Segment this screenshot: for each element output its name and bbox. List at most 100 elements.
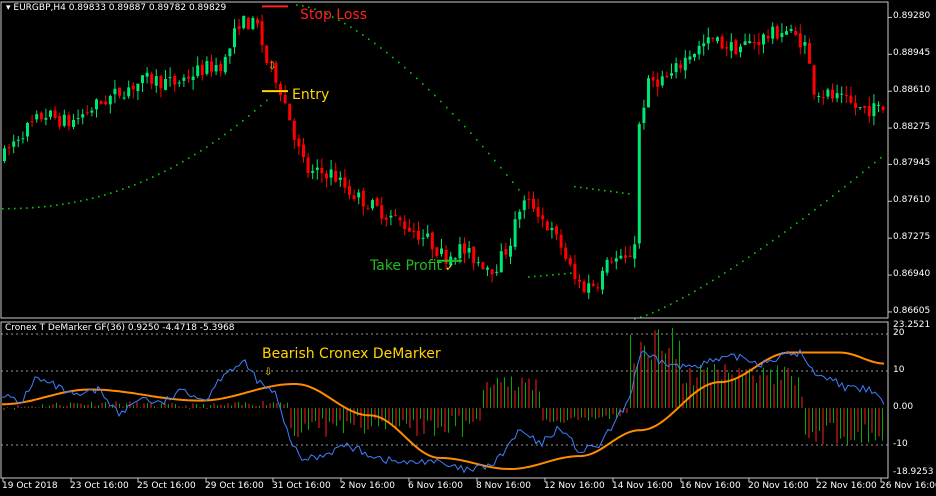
candle-body xyxy=(729,42,733,51)
candle-body xyxy=(711,37,715,40)
trail-dot xyxy=(386,51,388,54)
candle xyxy=(826,87,830,100)
candle xyxy=(99,99,103,105)
candle-body xyxy=(430,232,434,250)
trail-dot xyxy=(254,110,256,112)
trail-dot xyxy=(778,235,780,238)
candle xyxy=(679,60,683,73)
candle xyxy=(564,242,568,262)
candle-body xyxy=(752,42,756,44)
candle-body xyxy=(476,262,480,264)
candle xyxy=(407,218,411,233)
candle-body xyxy=(844,94,848,96)
candle xyxy=(762,32,765,54)
candle xyxy=(16,136,20,148)
trail-dot xyxy=(260,104,262,107)
trail-dot xyxy=(598,189,600,191)
trail-dot xyxy=(164,170,166,173)
candle-body xyxy=(656,79,660,87)
candle xyxy=(729,33,733,59)
candle-body xyxy=(150,73,154,84)
candle-body xyxy=(573,264,577,279)
bearish-signal-arrow-icon: ⇩ xyxy=(264,367,273,378)
candle xyxy=(614,250,618,270)
candle-body xyxy=(490,269,494,275)
trail-dot xyxy=(790,226,792,229)
trail-dot xyxy=(74,201,76,204)
candle-body xyxy=(334,170,338,182)
candle xyxy=(711,37,715,42)
candle-body xyxy=(785,31,788,35)
candle-body xyxy=(196,65,200,76)
candle xyxy=(154,69,158,93)
candle-body xyxy=(798,33,802,48)
trail-dot xyxy=(440,100,442,103)
candle xyxy=(398,215,402,227)
demarker-histogram xyxy=(3,328,883,445)
trail-dot xyxy=(802,218,804,220)
candle xyxy=(775,24,779,41)
candle-body xyxy=(872,103,876,117)
candle xyxy=(334,162,338,183)
candle-body xyxy=(775,26,779,39)
candle xyxy=(720,33,724,50)
indicator-panel-border xyxy=(0,321,889,479)
candle xyxy=(499,243,503,273)
candle xyxy=(844,85,848,103)
trail-dot xyxy=(404,66,406,69)
candle-body xyxy=(357,192,361,198)
candle-body xyxy=(757,42,761,45)
candle-body xyxy=(504,249,508,255)
trail-dot xyxy=(182,160,184,163)
price-tick-label: 0.88610 xyxy=(893,85,931,96)
trail-dot xyxy=(44,205,46,208)
candle-body xyxy=(486,267,489,270)
candle-body xyxy=(39,112,43,120)
candle xyxy=(26,121,29,142)
trail-dot xyxy=(248,115,250,117)
candle xyxy=(237,18,241,36)
trail-dot xyxy=(718,275,720,278)
trail-dot xyxy=(610,190,612,193)
trail-dot xyxy=(476,139,478,141)
trail-dot xyxy=(760,248,762,250)
candle xyxy=(628,245,632,258)
candle-body xyxy=(104,101,108,105)
candle-body xyxy=(233,28,236,48)
candle xyxy=(338,171,342,187)
candle xyxy=(757,32,761,55)
candle-body xyxy=(338,177,342,180)
candle-body xyxy=(831,89,834,99)
candle-body xyxy=(325,173,328,179)
time-tick-label: 2 Nov 16:00 xyxy=(340,481,395,491)
candle xyxy=(739,43,742,58)
indicator-tick-label: -18.9253 xyxy=(893,467,934,477)
candle-body xyxy=(647,78,650,108)
candle xyxy=(651,71,655,88)
trail-dot xyxy=(748,256,750,259)
candle-body xyxy=(674,63,678,73)
candle-body xyxy=(858,107,862,109)
candle xyxy=(536,198,540,224)
collapse-arrow-icon[interactable]: ▾ xyxy=(6,3,11,13)
trail-dot xyxy=(8,207,10,210)
trail-dot xyxy=(580,186,582,189)
candle xyxy=(131,81,135,99)
candle xyxy=(440,238,443,257)
trail-dot xyxy=(844,185,846,188)
trail-dot xyxy=(664,306,666,308)
trail-dot xyxy=(730,268,732,270)
candle-body xyxy=(3,148,6,162)
candle xyxy=(789,24,793,34)
candle-body xyxy=(679,64,683,69)
candle xyxy=(821,90,825,105)
candle-body xyxy=(145,72,149,77)
candle-body xyxy=(821,97,825,99)
candle-body xyxy=(412,230,416,233)
candle-body xyxy=(601,270,604,290)
candle xyxy=(164,70,167,91)
candle-body xyxy=(288,103,292,121)
candle-body xyxy=(582,281,586,293)
chart-canvas[interactable] xyxy=(0,0,936,496)
candle xyxy=(288,103,292,121)
